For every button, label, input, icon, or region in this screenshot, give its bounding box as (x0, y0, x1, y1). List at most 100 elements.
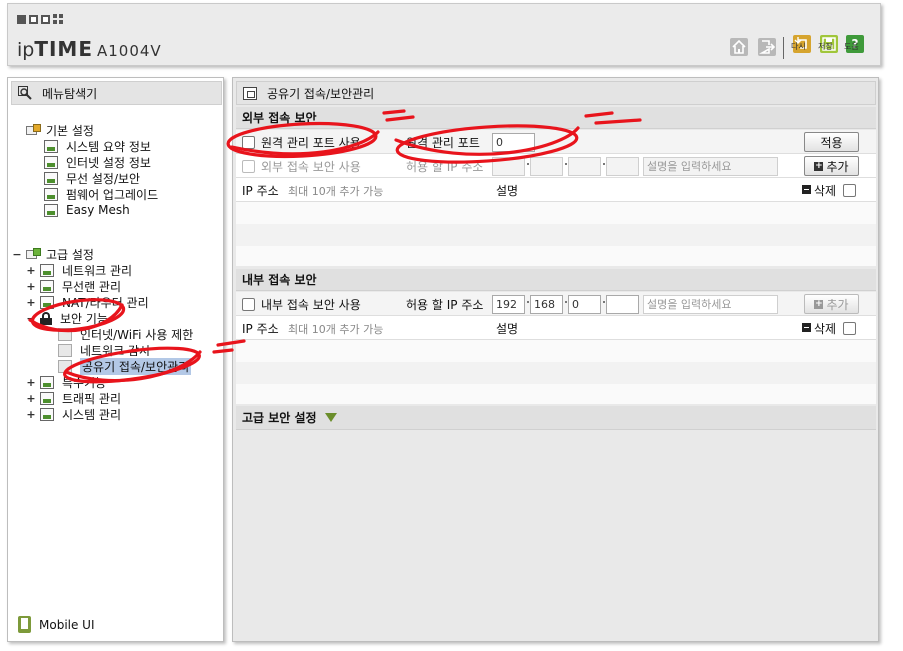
external-security-row: 외부 접속 보안 사용 허용 할 IP 주소 설명을 입력하세요 + 추가 (236, 154, 876, 178)
sidebar-item-wireless[interactable]: + 무선랜 관리 (26, 278, 121, 294)
sidebar-item-label: 네트워크 관리 (62, 263, 133, 278)
sidebar-item-system[interactable]: + 시스템 관리 (26, 406, 121, 422)
remote-port-row: 원격 관리 포트 사용 원격 관리 포트 0 적용 (236, 130, 876, 154)
int-description-input[interactable]: 설명을 입력하세요 (643, 295, 778, 314)
int-ip-octet-3[interactable]: 0 (568, 295, 601, 314)
expand-toggle[interactable]: + (26, 264, 36, 277)
int-ip-octet-4[interactable] (606, 295, 639, 314)
delete-icon (802, 323, 811, 332)
ext-ip-octet-2[interactable] (530, 157, 563, 176)
collapse-toggle[interactable]: − (26, 312, 36, 325)
sidebar-item-label: 특수기능 (62, 375, 107, 390)
sidebar-item-firmware-upgrade[interactable]: 펌웨어 업그레이드 (44, 186, 158, 202)
sidebar-item-label: 인터넷/WiFi 사용 제한 (80, 327, 194, 342)
home-button[interactable] (730, 38, 748, 56)
monitor-icon (44, 155, 58, 169)
sidebar-item-label: 무선 설정/보안 (66, 171, 141, 186)
sidebar-item-label: 보안 기능 (60, 311, 108, 326)
sidebar-item-internet-info[interactable]: 인터넷 설정 정보 (44, 154, 151, 170)
ext-description-input[interactable]: 설명을 입력하세요 (643, 157, 778, 176)
mobile-icon (18, 616, 31, 633)
sidebar-item-network-monitor[interactable]: 네트워크 감시 (58, 342, 150, 358)
lock-icon (40, 311, 52, 325)
sidebar-item-internet-wifi-limit[interactable]: 인터넷/WiFi 사용 제한 (58, 326, 193, 342)
wireless-icon (40, 279, 54, 293)
brand-time: TIME (34, 37, 93, 61)
tree-advanced-settings[interactable]: − 고급 설정 (12, 246, 94, 262)
internal-security-title: 내부 접속 보안 (236, 269, 876, 291)
sidebar-item-router-access-security[interactable]: 공유기 접속/보안관리 (58, 357, 192, 375)
ip-dot (603, 301, 605, 303)
external-list-empty (236, 246, 876, 266)
sidebar-item-network[interactable]: + 네트워크 관리 (26, 262, 132, 278)
internal-list-header: IP 주소 최대 10개 추가 가능 설명 삭제 (236, 316, 876, 340)
logout-button[interactable] (758, 38, 776, 56)
int-add-button[interactable]: + 추가 (804, 294, 859, 314)
logout-icon (758, 40, 776, 54)
external-list-header: IP 주소 최대 10개 추가 가능 설명 삭제 (236, 178, 876, 202)
page-icon (58, 359, 72, 373)
sidebar-item-easy-mesh[interactable]: Easy Mesh (44, 202, 130, 218)
mail-icon (40, 391, 54, 405)
home-icon (732, 39, 746, 54)
external-select-all-checkbox[interactable] (843, 184, 856, 197)
undo-button[interactable]: 다시 (791, 35, 813, 53)
ip-dot (565, 301, 567, 303)
ext-add-button[interactable]: + 추가 (804, 156, 859, 176)
main-panel: 공유기 접속/보안관리 외부 접속 보안 원격 관리 포트 사용 원격 관리 포… (232, 77, 879, 642)
delete-icon (802, 185, 811, 194)
sidebar-item-label: 네트워크 감시 (80, 343, 151, 358)
internal-security-checkbox[interactable] (242, 298, 255, 311)
expand-toggle[interactable]: + (26, 392, 36, 405)
internal-security-use-label: 내부 접속 보안 사용 (261, 298, 361, 312)
sidebar-item-label: Easy Mesh (66, 203, 130, 217)
save-button[interactable]: 저장 (818, 35, 840, 53)
external-security-checkbox[interactable] (242, 160, 255, 173)
sidebar-item-label: NAT/라우터 관리 (62, 295, 149, 310)
remote-port-checkbox[interactable] (242, 136, 255, 149)
sidebar-item-label: 인터넷 설정 정보 (66, 155, 151, 170)
apply-button[interactable]: 적용 (804, 132, 859, 152)
wireless-icon (44, 171, 58, 185)
expand-toggle[interactable]: + (26, 280, 36, 293)
internal-list-empty (236, 340, 876, 362)
allowed-ip-label: 허용 할 IP 주소 (406, 298, 484, 312)
ext-ip-octet-4[interactable] (606, 157, 639, 176)
sidebar-item-system-summary[interactable]: 시스템 요약 정보 (44, 138, 151, 154)
expand-toggle[interactable]: + (26, 296, 36, 309)
folder-icon (26, 124, 41, 136)
help-button[interactable]: ? 도움 (844, 35, 866, 53)
external-security-title: 외부 접속 보안 (236, 107, 876, 129)
sidebar-item-wireless-security[interactable]: 무선 설정/보안 (44, 170, 140, 186)
folder-icon (26, 248, 41, 260)
window-icon (243, 86, 257, 100)
page-icon (58, 343, 72, 357)
expand-toggle[interactable]: + (26, 408, 36, 421)
ext-ip-octet-1[interactable] (492, 157, 525, 176)
expand-toggle[interactable]: + (26, 376, 36, 389)
tree-basic-settings-label: 기본 설정 (46, 123, 94, 138)
int-ip-octet-2[interactable]: 168 (530, 295, 563, 314)
search-icon (18, 86, 32, 100)
main-panel-header: 공유기 접속/보안관리 (236, 81, 876, 105)
sidebar-item-nat-router[interactable]: + NAT/라우터 관리 (26, 294, 149, 310)
remote-port-input[interactable]: 0 (492, 133, 535, 152)
advanced-security-title: 고급 보안 설정 (242, 411, 317, 425)
collapse-toggle[interactable]: − (12, 248, 22, 261)
mobile-ui-label: Mobile UI (39, 617, 95, 632)
ip-dot (527, 301, 529, 303)
tree-basic-settings[interactable]: 기본 설정 (26, 122, 94, 138)
advanced-security-toggle[interactable]: 고급 보안 설정 (236, 406, 876, 430)
int-ip-octet-1[interactable]: 192 (492, 295, 525, 314)
internal-select-all-checkbox[interactable] (843, 322, 856, 335)
mobile-ui-link[interactable]: Mobile UI (18, 616, 95, 633)
ext-ip-octet-3[interactable] (568, 157, 601, 176)
system-icon (40, 407, 54, 421)
menu-explorer-title: 메뉴탐색기 (42, 86, 98, 101)
ip-dot (527, 163, 529, 165)
sidebar-item-special[interactable]: + 특수기능 (26, 374, 106, 390)
window-squares-icon (17, 14, 63, 24)
mesh-icon (44, 203, 58, 217)
sidebar-item-traffic[interactable]: + 트래픽 관리 (26, 390, 121, 406)
sidebar-item-security[interactable]: − 보안 기능 (26, 310, 108, 326)
